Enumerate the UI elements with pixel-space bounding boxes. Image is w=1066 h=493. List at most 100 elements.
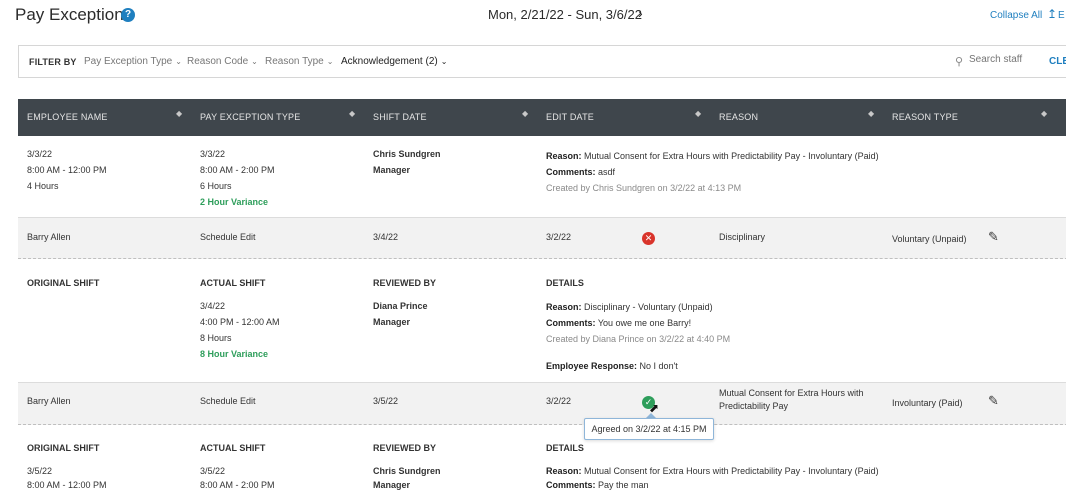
page-title: Pay Exceptions: [15, 5, 133, 24]
reviewed-by-header: REVIEWED BY: [373, 443, 437, 453]
collapse-all-link[interactable]: Collapse All: [990, 10, 1042, 21]
original-hours: 4 Hours: [27, 181, 59, 191]
help-icon[interactable]: ?: [121, 8, 135, 22]
detail-comments: Comments: Pay the man: [546, 477, 649, 493]
details-header: DETAILS: [546, 443, 584, 453]
response-label: Employee Response:: [546, 361, 638, 371]
comments-label: Comments:: [546, 318, 596, 328]
comments-label: Comments:: [546, 480, 596, 490]
reason-value: Mutual Consent for Extra Hours with Pred…: [584, 466, 879, 476]
reviewer-role: Manager: [373, 165, 411, 175]
created-by: Created by Diana Prince on 3/2/22 at 4:4…: [546, 334, 731, 344]
sort-icon[interactable]: ◆: [1041, 110, 1047, 118]
filter-by-label: FILTER BY: [29, 57, 77, 67]
filter-pay-exception-type[interactable]: Pay Exception Type ⌄: [84, 56, 182, 67]
table-header: EMPLOYEE NAME ◆ PAY EXCEPTION TYPE ◆ SHI…: [18, 99, 1066, 136]
employee-response: Employee Response: No I don't: [546, 358, 678, 374]
shift-date: 3/4/22: [373, 232, 399, 242]
chevron-down-icon: ⌄: [175, 57, 182, 66]
detail-comments: Comments: asdf: [546, 164, 615, 180]
edit-icon[interactable]: ✎: [988, 229, 999, 245]
original-time: 8:00 AM - 12:00 PM: [27, 480, 107, 490]
reason: Disciplinary: [719, 232, 766, 242]
actual-date: 3/3/22: [200, 149, 226, 159]
original-date: 3/3/22: [27, 149, 53, 159]
next-period-icon[interactable]: ›: [638, 5, 643, 21]
actual-time: 4:00 PM - 12:00 AM: [200, 317, 280, 327]
reason-value: Disciplinary - Voluntary (Unpaid): [584, 302, 713, 312]
agreed-tooltip: Agreed on 3/2/22 at 4:15 PM: [584, 418, 714, 440]
search-input[interactable]: [969, 54, 1039, 65]
declined-status-icon[interactable]: ✕: [642, 232, 655, 245]
reason-type: Involuntary (Paid): [892, 398, 963, 408]
sort-icon[interactable]: ◆: [176, 110, 182, 118]
actual-hours: 6 Hours: [200, 181, 232, 191]
pay-exception-type: Schedule Edit: [200, 396, 256, 406]
reviewer-name: Diana Prince: [373, 301, 428, 311]
chevron-down-icon: ⌄: [440, 57, 448, 66]
column-header-pay-exception-type[interactable]: PAY EXCEPTION TYPE: [200, 112, 300, 122]
clear-filters-link[interactable]: CLEA: [1049, 56, 1066, 67]
filter-acknowledgement[interactable]: Acknowledgement (2) ⌄: [341, 56, 447, 67]
hour-variance: 8 Hour Variance: [200, 349, 269, 359]
reviewer-name: Chris Sundgren: [373, 149, 441, 159]
column-header-reason[interactable]: REASON: [719, 112, 758, 122]
top-bar: Pay Exceptions ? Mon, 2/21/22 - Sun, 3/6…: [0, 0, 1066, 33]
edit-date: 3/2/22: [546, 396, 572, 406]
details-header: DETAILS: [546, 278, 584, 288]
chevron-down-icon: ⌄: [326, 57, 334, 66]
column-header-edit-date[interactable]: EDIT DATE: [546, 112, 594, 122]
reviewer-role: Manager: [373, 317, 411, 327]
actual-time: 8:00 AM - 2:00 PM: [200, 480, 275, 490]
employee-name: Barry Allen: [27, 232, 71, 242]
reason-label: Reason:: [546, 302, 582, 312]
actual-hours: 8 Hours: [200, 333, 232, 343]
filter-bar: FILTER BY Pay Exception Type ⌄ Reason Cod…: [18, 45, 1066, 78]
reason-line-2: Predictability Pay: [719, 401, 789, 411]
detail-reason: Reason: Mutual Consent for Extra Hours w…: [546, 148, 879, 164]
edit-icon[interactable]: ✎: [988, 393, 999, 409]
edit-date: 3/2/22: [546, 232, 572, 242]
export-icon[interactable]: ↥: [1047, 7, 1057, 21]
shift-date: 3/5/22: [373, 396, 399, 406]
reason-line-1: Mutual Consent for Extra Hours with: [719, 388, 864, 398]
detail-reason: Reason: Disciplinary - Voluntary (Unpaid…: [546, 299, 713, 315]
response-value: No I don't: [639, 361, 678, 371]
column-header-employee-name[interactable]: EMPLOYEE NAME: [27, 112, 108, 122]
filter-label: Acknowledgement (2): [341, 56, 438, 67]
filter-reason-code[interactable]: Reason Code ⌄: [187, 56, 258, 67]
chevron-down-icon: ⌄: [251, 57, 258, 66]
date-range: Mon, 2/21/22 - Sun, 3/6/22: [488, 7, 642, 22]
original-shift-header: ORIGINAL SHIFT: [27, 278, 100, 288]
comments-value: You owe me one Barry!: [597, 318, 692, 328]
sort-icon[interactable]: ◆: [868, 110, 874, 118]
reason-label: Reason:: [546, 466, 582, 476]
actual-shift-header: ACTUAL SHIFT: [200, 443, 266, 453]
detail-comments: Comments: You owe me one Barry!: [546, 315, 691, 331]
comments-label: Comments:: [546, 167, 596, 177]
pay-exception-type: Schedule Edit: [200, 232, 256, 242]
filter-label: Pay Exception Type: [84, 56, 173, 67]
sort-icon[interactable]: ◆: [522, 110, 528, 118]
hour-variance: 2 Hour Variance: [200, 197, 269, 207]
sort-icon[interactable]: ◆: [695, 110, 701, 118]
created-by: Created by Chris Sundgren on 3/2/22 at 4…: [546, 183, 742, 193]
filter-label: Reason Code: [187, 56, 249, 67]
sort-icon[interactable]: ◆: [349, 110, 355, 118]
reason-value: Mutual Consent for Extra Hours with Pred…: [584, 151, 879, 161]
original-shift-header: ORIGINAL SHIFT: [27, 443, 100, 453]
actual-date: 3/4/22: [200, 301, 226, 311]
employee-name: Barry Allen: [27, 396, 71, 406]
export-link[interactable]: E: [1058, 10, 1065, 21]
filter-label: Reason Type: [265, 56, 324, 67]
actual-shift-header: ACTUAL SHIFT: [200, 278, 266, 288]
comments-value: Pay the man: [598, 480, 649, 490]
column-header-shift-date[interactable]: SHIFT DATE: [373, 112, 427, 122]
reviewed-by-header: REVIEWED BY: [373, 278, 437, 288]
column-header-reason-type[interactable]: REASON TYPE: [892, 112, 958, 122]
actual-time: 8:00 AM - 2:00 PM: [200, 165, 275, 175]
search-icon: ⚲: [955, 56, 964, 68]
filter-reason-type[interactable]: Reason Type ⌄: [265, 56, 333, 67]
comments-value: asdf: [598, 167, 616, 177]
original-time: 8:00 AM - 12:00 PM: [27, 165, 107, 175]
